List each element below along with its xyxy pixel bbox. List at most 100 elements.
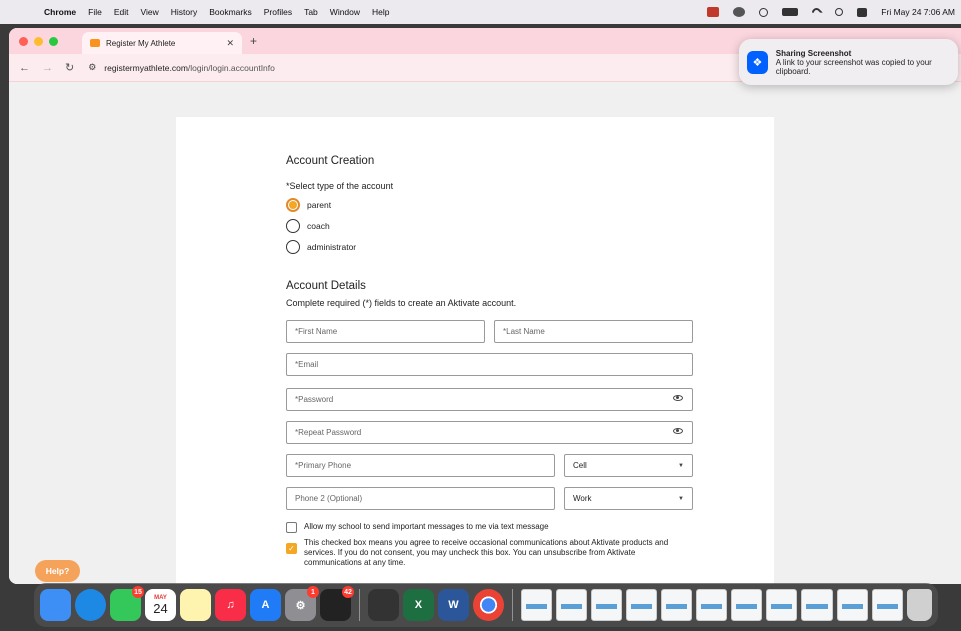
- repeat-password-placeholder: *Repeat Password: [295, 428, 362, 437]
- radio-button-coach[interactable]: [286, 219, 300, 233]
- sms-consent-checkbox[interactable]: [286, 522, 297, 533]
- radio-button-parent[interactable]: [286, 198, 300, 212]
- menu-history[interactable]: History: [171, 7, 197, 17]
- dock-separator: [511, 589, 513, 621]
- marketing-consent-checkbox[interactable]: ✓: [286, 543, 297, 554]
- menu-app-name[interactable]: Chrome: [44, 7, 76, 17]
- menu-edit[interactable]: Edit: [114, 7, 129, 17]
- forward-arrow-icon[interactable]: →: [42, 62, 53, 74]
- recent-document-thumbnail[interactable]: [556, 589, 588, 621]
- notification-message: A link to your screenshot was copied to …: [775, 57, 932, 76]
- radio-label-parent[interactable]: parent: [307, 200, 331, 210]
- menu-file[interactable]: File: [88, 7, 102, 17]
- system-settings-badge: 1: [307, 586, 319, 598]
- menu-tab[interactable]: Tab: [304, 7, 318, 17]
- menu-help[interactable]: Help: [372, 7, 389, 17]
- tab-close-icon[interactable]: ✕: [226, 38, 234, 49]
- app-store-icon[interactable]: A: [250, 589, 281, 621]
- marketing-consent-row[interactable]: ✓ This checked box means you agree to re…: [286, 538, 694, 568]
- finder-icon[interactable]: [40, 589, 71, 621]
- first-name-field[interactable]: *First Name: [286, 320, 485, 343]
- minimize-window-button[interactable]: [34, 36, 43, 46]
- notes-icon[interactable]: [180, 589, 211, 621]
- recent-document-thumbnail[interactable]: [871, 589, 903, 621]
- radio-label-coach[interactable]: coach: [307, 221, 330, 231]
- phone2-field[interactable]: Phone 2 (Optional): [286, 487, 555, 510]
- wifi-icon[interactable]: [810, 5, 824, 19]
- excel-icon[interactable]: X: [402, 589, 434, 621]
- menu-bookmarks[interactable]: Bookmarks: [209, 7, 252, 17]
- menu-profiles[interactable]: Profiles: [264, 7, 292, 17]
- recent-document-thumbnail[interactable]: [766, 589, 798, 621]
- text-editor-icon[interactable]: [367, 589, 399, 621]
- play-icon[interactable]: [759, 7, 769, 17]
- calendar-icon[interactable]: MAY 24: [145, 589, 176, 621]
- sms-consent-label[interactable]: Allow my school to send important messag…: [304, 522, 549, 533]
- radio-label-administrator[interactable]: administrator: [307, 242, 356, 252]
- radio-option-administrator[interactable]: administrator: [286, 240, 694, 254]
- menu-window[interactable]: Window: [330, 7, 360, 17]
- show-repeat-password-eye-icon[interactable]: [673, 428, 683, 434]
- account-form: Account Creation *Select type of the acc…: [286, 155, 694, 568]
- email-field[interactable]: *Email: [286, 353, 693, 376]
- new-tab-icon[interactable]: +: [250, 34, 257, 48]
- close-window-button[interactable]: [19, 36, 28, 46]
- page-viewport: Account Creation *Select type of the acc…: [9, 82, 961, 584]
- recent-document-thumbnail[interactable]: [520, 589, 552, 621]
- address-bar[interactable]: ⚙ registermyathlete.com/login/login.acco…: [86, 62, 275, 73]
- url-path: /login/login.accountInfo: [187, 62, 275, 73]
- primary-phone-field[interactable]: *Primary Phone: [286, 454, 555, 477]
- radio-option-parent[interactable]: parent: [286, 198, 694, 212]
- chrome-icon[interactable]: [472, 589, 504, 621]
- recent-document-thumbnail[interactable]: [661, 589, 693, 621]
- recent-document-thumbnail[interactable]: [731, 589, 763, 621]
- radio-option-coach[interactable]: coach: [286, 219, 694, 233]
- spotlight-search-icon[interactable]: [835, 8, 844, 16]
- help-button[interactable]: Help?: [35, 560, 80, 582]
- battery-icon[interactable]: [782, 8, 799, 16]
- phone2-type-value: Work: [573, 494, 592, 503]
- site-favicon-icon: [90, 39, 100, 47]
- recent-document-thumbnail[interactable]: [801, 589, 833, 621]
- macos-menu-bar: Chrome File Edit View History Bookmarks …: [0, 0, 961, 24]
- show-password-eye-icon[interactable]: [673, 395, 683, 401]
- account-type-prompt: *Select type of the account: [286, 181, 394, 191]
- recent-document-thumbnail[interactable]: [836, 589, 868, 621]
- site-info-icon[interactable]: ⚙: [88, 62, 96, 73]
- word-icon[interactable]: W: [437, 589, 469, 621]
- control-center-icon[interactable]: [857, 7, 868, 17]
- phone2-type-select[interactable]: Work ▼: [564, 487, 693, 510]
- chrome-window: Register My Athlete ✕ + ← → ↻ ⚙ register…: [9, 28, 961, 584]
- chevron-down-icon: ▼: [678, 495, 684, 502]
- browser-tab-active[interactable]: Register My Athlete ✕: [82, 32, 242, 54]
- recent-document-thumbnail[interactable]: [591, 589, 623, 621]
- safari-icon[interactable]: [75, 589, 106, 621]
- radio-button-administrator[interactable]: [286, 240, 300, 254]
- primary-phone-type-select[interactable]: Cell ▼: [564, 454, 693, 477]
- cloud-sync-icon[interactable]: [733, 7, 746, 17]
- primary-phone-placeholder: *Primary Phone: [295, 461, 352, 470]
- marketing-consent-label[interactable]: This checked box means you agree to rece…: [304, 538, 694, 568]
- music-icon[interactable]: ♫: [215, 589, 246, 621]
- reload-icon[interactable]: ↻: [65, 61, 74, 74]
- system-settings-icon[interactable]: ⚙ 1: [285, 586, 319, 621]
- recent-document-thumbnail[interactable]: [626, 589, 658, 621]
- account-creation-title: Account Creation: [286, 155, 375, 167]
- password-field[interactable]: *Password: [286, 388, 693, 411]
- trash-icon[interactable]: [906, 589, 932, 621]
- menu-bar-clock[interactable]: Fri May 24 7:06 AM: [881, 7, 955, 17]
- fullscreen-window-button[interactable]: [49, 36, 58, 46]
- last-name-placeholder: *Last Name: [503, 327, 545, 336]
- perplexity-icon[interactable]: 42: [320, 586, 354, 621]
- repeat-password-field[interactable]: *Repeat Password: [286, 421, 693, 444]
- back-arrow-icon[interactable]: ←: [19, 62, 30, 74]
- messages-icon[interactable]: 15: [110, 586, 144, 621]
- extension-icon[interactable]: [707, 7, 720, 17]
- account-details-title: Account Details: [286, 280, 366, 292]
- sms-consent-row[interactable]: Allow my school to send important messag…: [286, 522, 694, 533]
- last-name-field[interactable]: *Last Name: [494, 320, 693, 343]
- screenshot-notification[interactable]: ❖ Sharing Screenshot A link to your scre…: [739, 39, 958, 85]
- recent-document-thumbnail[interactable]: [696, 589, 728, 621]
- macos-dock: 15 MAY 24 ♫ A ⚙ 1 42 X W: [34, 583, 938, 627]
- menu-view[interactable]: View: [140, 7, 158, 17]
